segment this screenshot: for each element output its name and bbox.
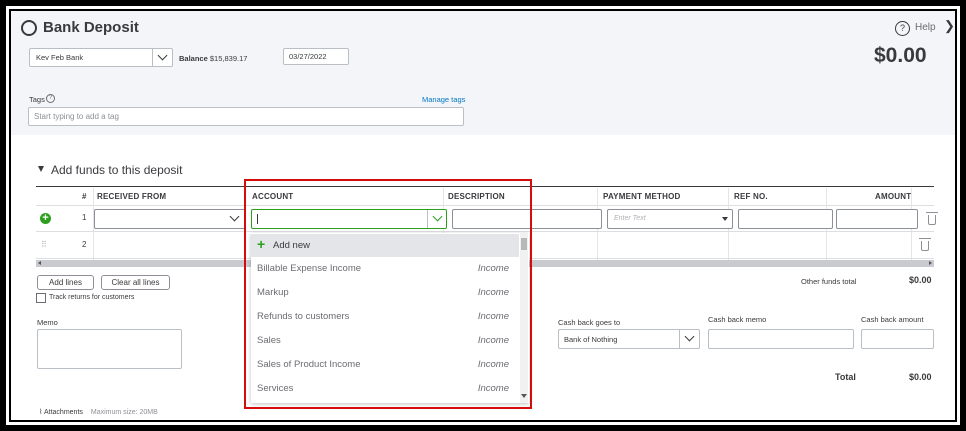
ref-no-input[interactable] xyxy=(738,209,833,229)
highlight-box xyxy=(244,179,532,409)
payment-method-select[interactable]: Enter Text xyxy=(607,209,733,229)
total-value: $0.00 xyxy=(909,372,932,382)
track-returns-label: Track returns for customers xyxy=(49,294,135,301)
tags-input[interactable]: Start typing to add a tag xyxy=(28,107,464,126)
trash-icon[interactable] xyxy=(926,212,938,225)
manage-tags-link[interactable]: Manage tags xyxy=(422,95,465,104)
chevron-down-icon[interactable] xyxy=(229,211,240,222)
column-header-received-from: RECEIVED FROM xyxy=(97,192,167,201)
balance-label: Balance $15,839.17 xyxy=(179,54,248,63)
date-field[interactable]: 03/27/2022 xyxy=(283,48,349,65)
caret-down-icon[interactable] xyxy=(722,217,728,221)
amount-input[interactable] xyxy=(836,209,918,229)
row-number: 2 xyxy=(82,240,87,249)
received-from-select[interactable] xyxy=(94,209,246,229)
drag-handle-icon[interactable]: ⠿ xyxy=(41,240,47,249)
chevron-down-icon[interactable] xyxy=(684,331,695,342)
cash-back-goes-to-value: Bank of Nothing xyxy=(564,335,618,344)
scroll-right-icon[interactable] xyxy=(929,261,932,265)
cash-back-memo-input[interactable] xyxy=(708,329,854,349)
collapse-icon[interactable] xyxy=(38,166,44,172)
history-icon[interactable] xyxy=(21,20,37,36)
other-funds-label: Other funds total xyxy=(801,277,857,286)
max-size-text: Maximum size: 20MB xyxy=(90,409,158,416)
total-label: Total xyxy=(835,372,856,382)
info-icon[interactable]: ? xyxy=(46,94,55,103)
amount-total: $0.00 xyxy=(874,44,927,67)
scroll-left-icon[interactable] xyxy=(38,261,41,265)
help-icon[interactable]: ? xyxy=(895,21,910,36)
column-header-payment-method: PAYMENT METHOD xyxy=(603,192,681,201)
memo-textarea[interactable] xyxy=(37,329,182,369)
tags-placeholder: Start typing to add a tag xyxy=(34,112,119,121)
paperclip-icon: ⌇ xyxy=(39,409,43,416)
trash-icon[interactable] xyxy=(919,238,931,251)
column-header-ref-no: REF NO. xyxy=(734,192,768,201)
cash-back-goes-to-label: Cash back goes to xyxy=(558,318,621,327)
cash-back-memo-label: Cash back memo xyxy=(708,315,767,324)
page-title: Bank Deposit xyxy=(43,19,139,36)
header-panel: Bank Deposit ? Help Kev Feb Bank Balance… xyxy=(11,11,955,135)
clear-all-lines-button[interactable]: Clear all lines xyxy=(101,275,170,290)
cash-back-goes-to-select[interactable]: Bank of Nothing xyxy=(558,329,700,349)
memo-label: Memo xyxy=(37,318,58,327)
column-header-number: # xyxy=(82,192,87,201)
account-select-value: Kev Feb Bank xyxy=(36,53,84,62)
chevron-down-icon[interactable] xyxy=(157,50,168,61)
account-select[interactable]: Kev Feb Bank xyxy=(29,48,173,67)
row-number: 1 xyxy=(82,213,87,222)
attachments-label: ⌇ Attachments Maximum size: 20MB xyxy=(39,409,158,416)
section-title: Add funds to this deposit xyxy=(51,163,183,177)
tags-label: Tags xyxy=(29,95,45,104)
cash-back-amount-input[interactable] xyxy=(861,329,934,349)
column-header-amount: AMOUNT xyxy=(875,192,912,201)
add-row-icon[interactable]: + xyxy=(40,213,51,224)
track-returns-checkbox[interactable] xyxy=(36,293,46,303)
payment-method-placeholder: Enter Text xyxy=(614,215,646,222)
help-link[interactable]: Help xyxy=(915,22,936,33)
close-icon[interactable]: ❯ xyxy=(944,18,955,34)
bank-deposit-window: Bank Deposit ? Help Kev Feb Bank Balance… xyxy=(11,11,955,420)
add-lines-button[interactable]: Add lines xyxy=(37,275,94,290)
balance-value: $15,839.17 xyxy=(209,54,248,63)
cash-back-amount-label: Cash back amount xyxy=(861,315,924,324)
date-value: 03/27/2022 xyxy=(289,52,327,61)
other-funds-value: $0.00 xyxy=(909,275,932,285)
